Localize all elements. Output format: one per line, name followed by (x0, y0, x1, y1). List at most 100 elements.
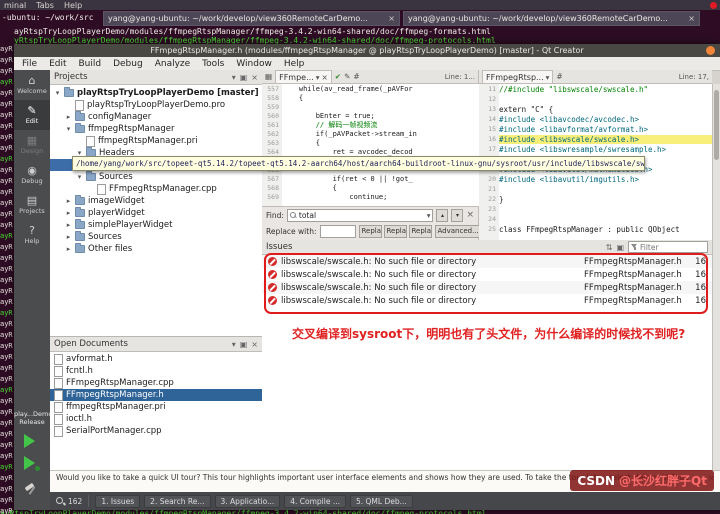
mode-button[interactable]: ◉ Debug (14, 160, 50, 190)
mode-button[interactable]: ✎ Edit (14, 100, 50, 130)
find-next-button[interactable]: ▾ (451, 208, 464, 222)
code-line[interactable]: 22 } (479, 194, 712, 204)
mode-button[interactable]: ▤ Projects (14, 190, 50, 220)
expander-icon[interactable]: ▾ (76, 173, 83, 181)
code-line[interactable]: 559 (262, 102, 479, 111)
code-line[interactable]: 21 (479, 184, 712, 194)
edit-icon[interactable]: ✎ (344, 72, 350, 81)
output-pane-button[interactable]: 3. Applicatio... (214, 494, 281, 508)
menu-item[interactable]: Build (79, 59, 102, 69)
expander-icon[interactable]: ▾ (65, 125, 72, 133)
open-document-item[interactable]: ffmpegRtspManager.pri (50, 401, 262, 413)
code-line[interactable]: 561 // 解码一帧视频流 (262, 120, 479, 129)
open-document-item[interactable]: SerialPortManager.cpp (50, 425, 262, 437)
tab-close-icon[interactable]: × (321, 73, 327, 82)
document-list-icon[interactable]: ▦ (265, 72, 272, 81)
chevron-down-icon[interactable]: ▾ (316, 73, 320, 82)
code-line[interactable]: 562 if(_pAVPacket->stream_in (262, 129, 479, 138)
chevron-down-icon[interactable]: ▾ (546, 73, 550, 82)
window-close-button[interactable] (706, 46, 715, 55)
code-line[interactable]: 23 (479, 204, 712, 214)
menu-item[interactable]: Tools (202, 59, 224, 69)
project-tree-item[interactable]: ▸ simplePlayerWidget (50, 219, 262, 231)
project-tree-item[interactable]: ffmpegRtspManager.pri (50, 135, 262, 147)
code-line[interactable]: 11 //#include "libswscale/swscale.h" (479, 84, 712, 94)
find-previous-button[interactable]: ▴ (436, 208, 449, 222)
menu-item[interactable]: Analyze (155, 59, 190, 69)
project-tree-item[interactable]: ▸ configManager (50, 111, 262, 123)
project-tree-item[interactable]: playRtspTryLoopPlayerDemo.pro (50, 99, 262, 111)
expander-icon[interactable]: ▾ (54, 89, 61, 97)
terminal-tab[interactable]: yang@yang-ubuntu: ~/work/develop/view360… (103, 11, 400, 26)
terminal-tab-close-icon[interactable]: × (388, 14, 395, 23)
issue-row[interactable]: libswscale/swscale.h: No such file or di… (262, 268, 712, 281)
panel-split-icon[interactable]: ▣ (616, 243, 624, 252)
code-line[interactable]: 563 { (262, 138, 479, 147)
output-pane-button[interactable]: 1. Issues (95, 494, 141, 508)
terminal-close-icon[interactable] (710, 2, 717, 9)
code-line[interactable]: 24 (479, 214, 712, 224)
code-line[interactable]: 564 ret = avcodec_decod (262, 147, 479, 156)
project-tree-item[interactable]: ▾ playRtspTryLoopPlayerDemo [master] (50, 87, 262, 99)
scrollbar-thumb[interactable] (714, 90, 719, 160)
replace-button[interactable]: Replace All (408, 224, 432, 238)
code-line[interactable]: 16 #include <libswscale/swscale.h> (479, 134, 712, 144)
kit-selector[interactable]: play...Demo Release (14, 410, 50, 426)
expander-icon[interactable]: ▸ (65, 209, 72, 217)
output-pane-button[interactable]: 5. QML Deb... (349, 494, 413, 508)
output-pane-button[interactable]: 4. Compile ... (284, 494, 346, 508)
menu-item[interactable]: Help (284, 59, 305, 69)
code-line[interactable]: 558 { (262, 93, 479, 102)
mode-button[interactable]: ⌂ Welcome (14, 70, 50, 100)
code-line[interactable]: 14 #include <libavcodec/avcodec.h> (479, 114, 712, 124)
build-button[interactable] (24, 482, 40, 498)
terminal-tab-close-icon[interactable]: × (688, 14, 695, 23)
editor-scrollbar[interactable] (712, 84, 720, 470)
project-tree-item[interactable]: ▸ imageWidget (50, 195, 262, 207)
terminal-menu-item[interactable]: Tabs (36, 1, 54, 10)
expander-icon[interactable]: ▸ (65, 113, 72, 121)
run-button[interactable] (24, 434, 40, 450)
terminal-menu-item[interactable]: minal (4, 1, 26, 10)
replace-button[interactable]: Replace & Find (383, 224, 407, 238)
code-line[interactable]: 568 { (262, 183, 479, 192)
symbol-icon[interactable]: # (556, 72, 562, 81)
terminal-tab[interactable]: yang@yang-ubuntu: ~/work/develop/view360… (403, 11, 700, 26)
project-tree-item[interactable]: FFmpegRtspManager.cpp (50, 183, 262, 195)
replace-button[interactable]: Replace (358, 224, 382, 238)
panel-dropdown-icon[interactable]: ▾ (232, 340, 236, 349)
issue-row[interactable]: libswscale/swscale.h: No such file or di… (262, 281, 712, 294)
project-tree-item[interactable]: ▾ Sources (50, 171, 262, 183)
menu-item[interactable]: Debug (113, 59, 143, 69)
expander-icon[interactable]: ▸ (65, 245, 72, 253)
menu-item[interactable]: Window (236, 59, 272, 69)
locator[interactable]: 162 (56, 496, 82, 506)
code-line[interactable]: 13 extern "C" { (479, 104, 712, 114)
expander-icon[interactable]: ▸ (65, 221, 72, 229)
panel-split-icon[interactable]: ▣ (240, 73, 248, 82)
open-document-item[interactable]: avformat.h (50, 353, 262, 365)
find-close-icon[interactable]: × (466, 210, 474, 220)
issue-row[interactable]: libswscale/swscale.h: No such file or di… (262, 294, 712, 307)
vcs-check-icon[interactable]: ✔ (335, 72, 341, 81)
code-line[interactable]: 569 continue; (262, 192, 479, 201)
project-tree-item[interactable]: ▾ ffmpegRtspManager (50, 123, 262, 135)
code-line[interactable]: 25 class FFmpegRtspManager : public QObj… (479, 224, 712, 234)
symbol-icon[interactable]: # (353, 72, 359, 81)
project-tree-item[interactable]: ▸ Other files (50, 243, 262, 255)
mode-button[interactable]: ▦ Design (14, 130, 50, 160)
code-line[interactable]: 567 if(ret < 0 || !got_ (262, 174, 479, 183)
code-line[interactable]: 12 (479, 94, 712, 104)
menu-item[interactable]: File (22, 59, 37, 69)
open-document-item[interactable]: ioctl.h (50, 413, 262, 425)
debug-run-button[interactable] (24, 456, 40, 472)
expander-icon[interactable]: ▸ (65, 197, 72, 205)
window-titlebar[interactable]: FFmpegRtspManager.h (modules/ffmpegRtspM… (14, 44, 720, 57)
find-input[interactable] (298, 210, 425, 220)
expander-icon[interactable]: ▸ (65, 233, 72, 241)
code-line[interactable]: 20 #include <libavutil/imgutils.h> (479, 174, 712, 184)
panel-split-icon[interactable]: ▣ (240, 340, 248, 349)
left-code-editor[interactable]: 557 while(av_read_frame(_pAVFor 558 { 55… (262, 84, 480, 206)
issue-row[interactable]: libswscale/swscale.h: No such file or di… (262, 255, 712, 268)
replace-input[interactable] (322, 226, 353, 236)
